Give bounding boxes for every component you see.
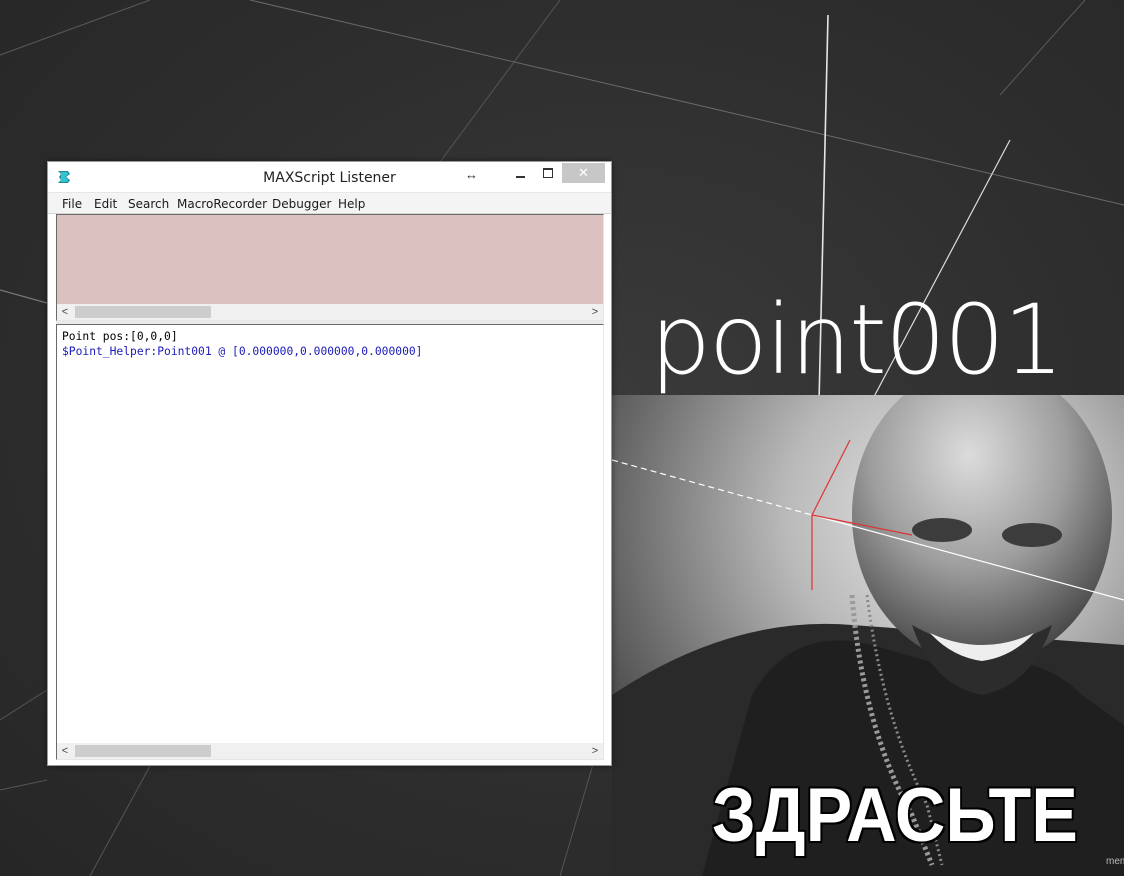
scroll-right-arrow-icon[interactable]: > xyxy=(587,743,603,759)
minimize-button[interactable] xyxy=(510,164,532,184)
listener-output-pane[interactable]: Point pos:[0,0,0] $Point_Helper:Point001… xyxy=(56,324,604,760)
meme-title-text: point001 xyxy=(650,284,1064,396)
output-text[interactable]: Point pos:[0,0,0] $Point_Helper:Point001… xyxy=(62,329,422,359)
close-button[interactable]: ✕ xyxy=(562,163,605,183)
maxscript-listener-window[interactable]: MAXScript Listener ↔ ✕ File Edit Search … xyxy=(47,161,612,766)
menu-edit[interactable]: Edit xyxy=(94,197,117,211)
menu-search[interactable]: Search xyxy=(128,197,169,211)
watermark-text: mem xyxy=(1106,856,1124,867)
meme-caption-text: ЗДРАСЬТЕ xyxy=(712,773,1078,858)
menu-bar: File Edit Search MacroRecorder Debugger … xyxy=(48,192,611,214)
scroll-left-arrow-icon[interactable]: < xyxy=(57,304,73,320)
maximize-button[interactable] xyxy=(538,164,560,184)
output-pane-hscrollbar[interactable]: < > xyxy=(57,743,603,759)
scroll-left-arrow-icon[interactable]: < xyxy=(57,743,73,759)
menu-macrorecorder[interactable]: MacroRecorder xyxy=(177,197,267,211)
menu-file[interactable]: File xyxy=(62,197,82,211)
resize-icon[interactable]: ↔ xyxy=(465,167,478,182)
output-line-result: $Point_Helper:Point001 @ [0.000000,0.000… xyxy=(62,345,423,358)
scroll-right-arrow-icon[interactable]: > xyxy=(587,304,603,320)
macro-recorder-pane[interactable]: < > xyxy=(56,214,604,321)
scroll-thumb[interactable] xyxy=(75,306,211,318)
menu-help[interactable]: Help xyxy=(338,197,365,211)
output-line-input: Point pos:[0,0,0] xyxy=(62,330,178,343)
title-bar[interactable]: MAXScript Listener ↔ ✕ xyxy=(48,162,611,192)
scroll-thumb[interactable] xyxy=(75,745,211,757)
menu-debugger[interactable]: Debugger xyxy=(272,197,331,211)
macro-pane-hscrollbar[interactable]: < > xyxy=(57,304,603,320)
